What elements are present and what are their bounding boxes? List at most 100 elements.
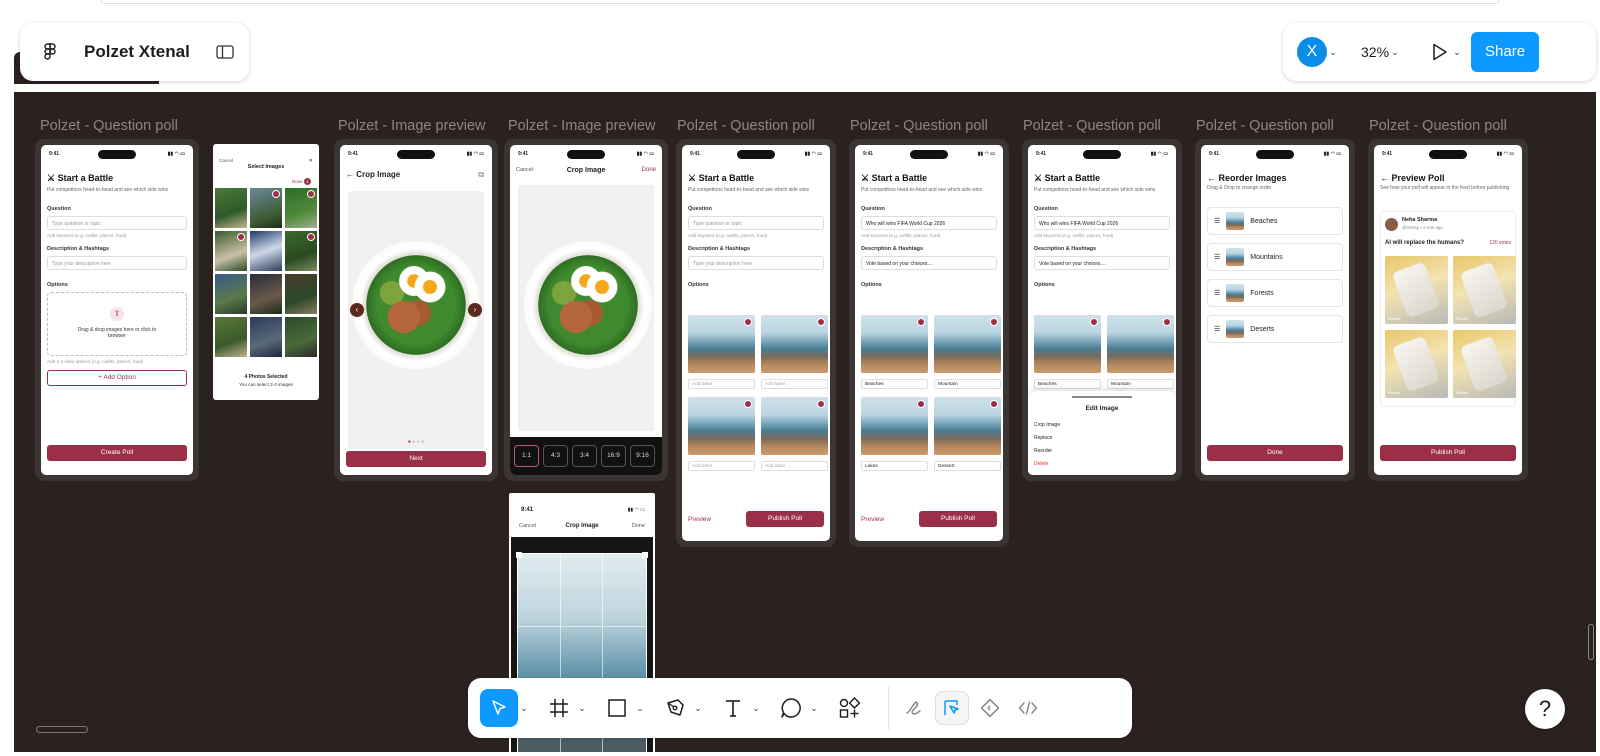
sheet-item-reorder[interactable]: Reorder <box>1034 448 1176 454</box>
option-image[interactable] <box>861 397 928 455</box>
crop-handle[interactable] <box>516 552 522 558</box>
edit-icon[interactable] <box>990 400 998 408</box>
canvas-horizontal-scrollbar[interactable] <box>36 726 88 733</box>
option-label-input[interactable]: Add label <box>761 461 828 471</box>
frame-image-preview-ratios[interactable]: 9:41 ▮▮ ◠ ▭ Cancel Crop Image Done 1:1 4:… <box>504 139 668 481</box>
done-link[interactable]: Done 4 <box>292 178 311 185</box>
description-input[interactable]: Type your description here <box>47 256 187 270</box>
figma-logo-icon[interactable] <box>40 40 60 64</box>
drag-handle-icon[interactable]: ☰ <box>1214 325 1220 333</box>
option-image[interactable] <box>934 397 1001 455</box>
frame-label[interactable]: Polzet - Question poll <box>40 118 178 134</box>
grid-image[interactable] <box>215 274 247 314</box>
poll-option-image[interactable]: iPhone <box>1385 256 1448 324</box>
frame-question-poll-options-empty[interactable]: 9:41 ▮▮ ◠ ▭ ⚔ Start a Battle Put competit… <box>676 139 836 547</box>
edit-icon[interactable] <box>744 318 752 326</box>
question-input[interactable]: Who will wins FIFA World Cup 2026 <box>1034 216 1170 230</box>
ratio-4-3[interactable]: 4:3 <box>543 445 568 467</box>
question-input[interactable]: Who will wins FIFA World Cup 2026 <box>861 216 997 230</box>
pen-tool-chevron-icon[interactable]: ⌄ <box>692 703 704 714</box>
option-image[interactable] <box>761 315 828 373</box>
frame-question-poll-empty[interactable]: 9:41 ▮▮ ◠ ▭ ⚔ Start a Battle Put competit… <box>35 139 199 481</box>
text-tool-chevron-icon[interactable]: ⌄ <box>750 703 762 714</box>
frame-label[interactable]: Polzet - Question poll <box>850 118 988 134</box>
option-label-input[interactable]: Add label <box>688 379 755 389</box>
sheet-handle[interactable] <box>1072 396 1132 398</box>
canvas-scrollbar[interactable] <box>1588 624 1594 660</box>
sheet-item-replace[interactable]: Replace <box>1034 435 1176 441</box>
dev-mode-icon[interactable] <box>973 691 1007 725</box>
option-image[interactable] <box>861 315 928 373</box>
frame-label[interactable]: Polzet - Image preview <box>508 118 655 134</box>
option-label-input[interactable]: Beaches <box>861 379 928 389</box>
grid-image[interactable] <box>285 274 317 314</box>
grid-image[interactable] <box>215 188 247 228</box>
frame-label[interactable]: Polzet - Question poll <box>1196 118 1334 134</box>
edit-icon[interactable] <box>744 400 752 408</box>
option-label-input[interactable]: Mountain <box>934 379 1001 389</box>
zoom-chevron-down-icon[interactable]: ⌄ <box>1389 47 1401 58</box>
poll-option-image[interactable]: iPhone <box>1385 330 1448 398</box>
frame-reorder-images[interactable]: 9:41 ▮▮ ◠ ▭ ← Reorder Images Drag & Drop … <box>1195 139 1355 481</box>
grid-image[interactable] <box>215 317 247 357</box>
actions-tool-icon[interactable] <box>832 691 866 725</box>
option-label-input[interactable]: Dessert <box>934 461 1001 471</box>
frame-image-preview-next[interactable]: 9:41 ▮▮ ◠ ▭ ← Crop Image ⧉ ‹ › ● ● ● ● Ne… <box>334 139 498 481</box>
grid-image[interactable] <box>285 231 317 271</box>
frame-label[interactable]: Polzet - Question poll <box>1369 118 1507 134</box>
edit-icon[interactable] <box>1163 318 1171 326</box>
move-tool-chevron-icon[interactable]: ⌄ <box>518 703 530 714</box>
description-input[interactable]: Vote based on your choices.... <box>1034 256 1170 270</box>
share-button[interactable]: Share <box>1471 32 1540 72</box>
cancel-link[interactable]: Cancel <box>219 158 233 163</box>
option-label-input[interactable]: Add label <box>688 461 755 471</box>
poll-card[interactable]: Neha Sharma @nehap • 2 min ago AI will r… <box>1380 211 1516 407</box>
grid-image[interactable] <box>250 231 282 271</box>
comment-tool-chevron-icon[interactable]: ⌄ <box>808 703 820 714</box>
next-button[interactable]: Next <box>346 451 486 467</box>
option-label-input[interactable]: Lakes <box>861 461 928 471</box>
create-poll-button[interactable]: Create Poll <box>47 445 187 461</box>
present-play-icon[interactable] <box>1429 41 1451 63</box>
image-dropzone[interactable]: ⇧ Drag & drop images here or click to br… <box>47 292 187 356</box>
question-input[interactable]: Type question or topic <box>47 216 187 230</box>
back-arrow-icon[interactable]: ← <box>346 170 354 179</box>
preview-link[interactable]: Preview <box>861 516 884 523</box>
grid-image[interactable] <box>215 231 247 271</box>
publish-poll-button[interactable]: Publish Poll <box>919 511 997 527</box>
reorder-row[interactable]: ☰ Deserts <box>1207 315 1343 343</box>
done-link[interactable]: Done <box>642 167 656 173</box>
design-mode-icon[interactable] <box>935 691 969 725</box>
rectangle-tool-chevron-icon[interactable]: ⌄ <box>634 703 646 714</box>
crop-area[interactable] <box>518 185 654 431</box>
frame-tool-icon[interactable] <box>542 691 576 725</box>
design-canvas[interactable]: Polzet - Question poll Polzet - Image pr… <box>14 92 1596 752</box>
done-button[interactable]: Done <box>1207 445 1343 461</box>
frame-question-poll-edit-image[interactable]: 9:41 ▮▮ ◠ ▭ ⚔ Start a Battle Put competit… <box>1022 139 1182 481</box>
ratio-1-1[interactable]: 1:1 <box>514 445 539 467</box>
present-chevron-down-icon[interactable]: ⌄ <box>1451 47 1463 58</box>
grid-image[interactable] <box>285 317 317 357</box>
frame-preview-poll[interactable]: 9:41 ▮▮ ◠ ▭ ← Preview Poll See how your p… <box>1368 139 1528 481</box>
reorder-row[interactable]: ☰ Beaches <box>1207 207 1343 235</box>
avatar[interactable] <box>1385 218 1398 231</box>
code-mode-icon[interactable] <box>1011 691 1045 725</box>
frame-label[interactable]: Polzet - Image preview <box>338 118 485 134</box>
frame-tool-chevron-icon[interactable]: ⌄ <box>576 703 588 714</box>
description-input[interactable]: Type your description here <box>688 256 824 270</box>
zoom-level[interactable]: 32% <box>1361 44 1389 60</box>
avatar-chevron-down-icon[interactable]: ⌄ <box>1327 47 1339 58</box>
pen-tool-icon[interactable] <box>658 691 692 725</box>
poll-option-image[interactable]: iPhone <box>1453 256 1516 324</box>
frame-label[interactable]: Polzet - Question poll <box>677 118 815 134</box>
description-input[interactable]: Vote based on your choices.... <box>861 256 997 270</box>
question-input[interactable]: Type question or topic <box>688 216 824 230</box>
sidebar-toggle-icon[interactable] <box>216 44 236 60</box>
sheet-item-delete[interactable]: Delete <box>1034 461 1176 467</box>
option-label-input[interactable]: Beaches <box>1034 379 1101 389</box>
help-button[interactable]: ? <box>1525 689 1565 729</box>
drag-handle-icon[interactable]: ☰ <box>1214 217 1220 225</box>
done-link[interactable]: Done <box>632 523 645 529</box>
grid-image[interactable] <box>250 188 282 228</box>
publish-poll-button[interactable]: Publish Poll <box>1380 445 1516 461</box>
